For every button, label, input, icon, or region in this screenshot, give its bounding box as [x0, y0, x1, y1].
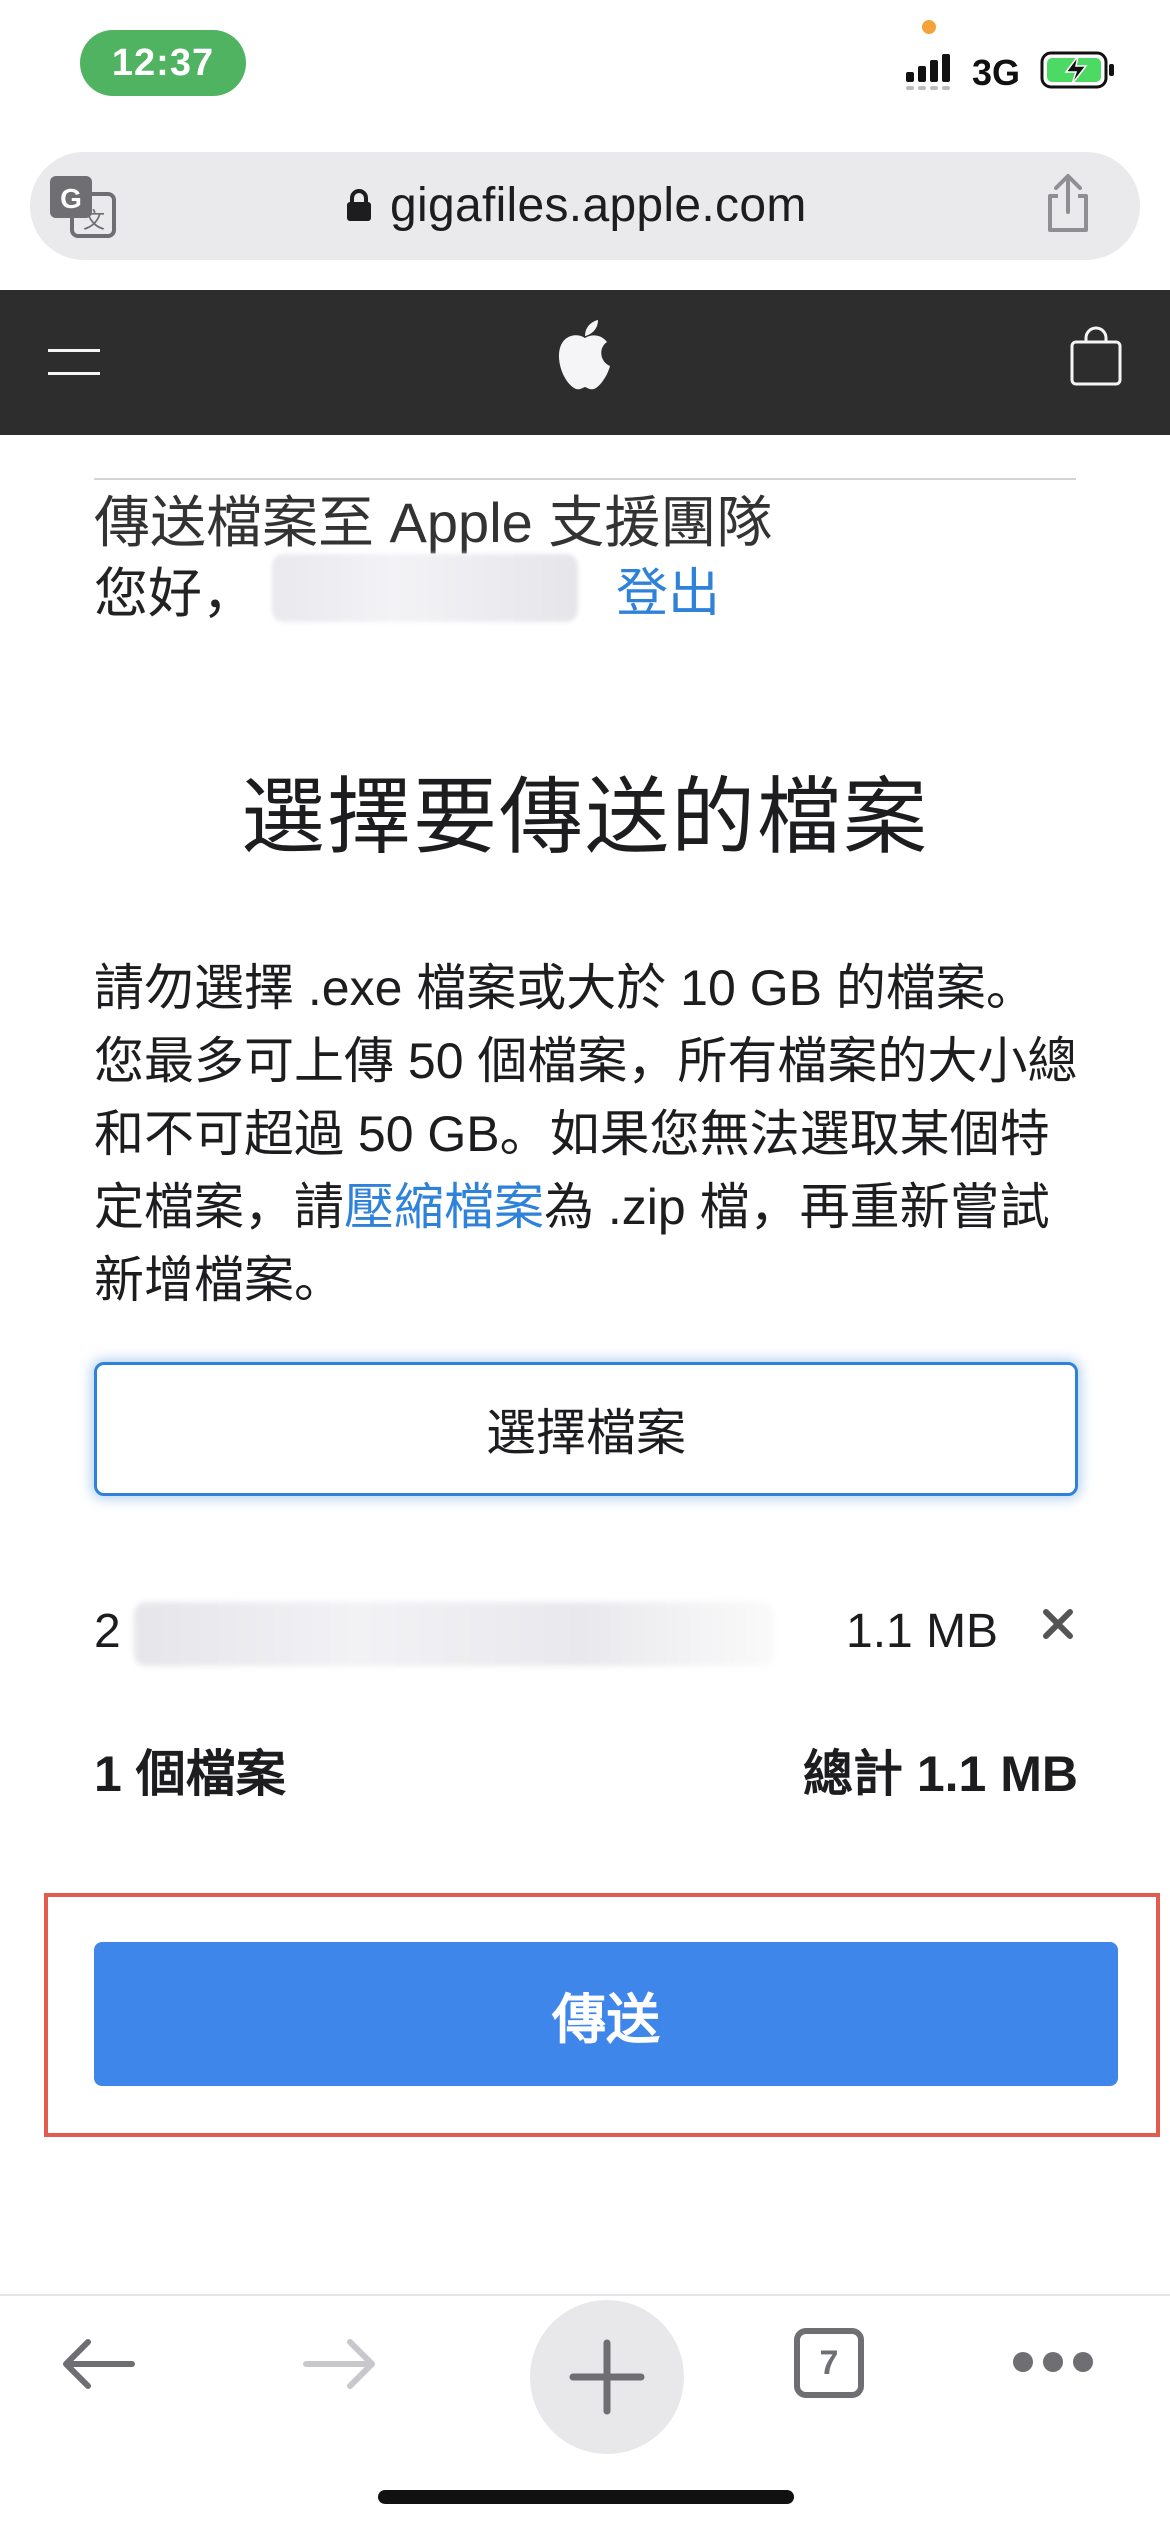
svg-text:文: 文	[83, 209, 105, 234]
file-name: 2	[94, 1605, 121, 1658]
network-type: 3G	[972, 52, 1021, 93]
file-count: 1 個檔案	[94, 1746, 286, 1802]
forward-arrow-icon	[303, 2339, 375, 2389]
share-icon[interactable]	[1044, 172, 1092, 234]
tab-switcher-button[interactable]: 7	[794, 2328, 864, 2398]
apple-logo-icon[interactable]	[554, 318, 616, 392]
new-tab-button[interactable]	[530, 2300, 684, 2454]
lock-icon	[347, 189, 371, 221]
battery-charging-icon	[1040, 51, 1114, 89]
sign-out-link[interactable]: 登出	[616, 551, 720, 626]
greeting-row: 您好， 登出	[94, 551, 720, 626]
greeting-text: 您好，	[94, 563, 256, 624]
svg-text:G: G	[60, 183, 82, 214]
shopping-bag-icon[interactable]	[1068, 326, 1124, 388]
translate-icon[interactable]: G 文	[48, 174, 118, 240]
menu-icon[interactable]	[48, 345, 100, 379]
upload-instructions: 請勿選擇 .exe 檔案或大於 10 GB 的檔案。您最多可上傳 50 個檔案，…	[94, 952, 1084, 1317]
status-time: 12:37	[80, 30, 246, 96]
more-icon[interactable]	[1012, 2350, 1094, 2374]
page-header: 傳送檔案至 Apple 支援團隊	[94, 491, 773, 554]
privacy-indicator-dot	[922, 20, 936, 34]
home-indicator	[378, 2490, 794, 2504]
url-text[interactable]: gigafiles.apple.com	[390, 178, 807, 233]
section-title: 選擇要傳送的檔案	[240, 770, 929, 864]
cellular-signal-icon	[906, 54, 950, 90]
total-size: 總計 1.1 MB	[802, 1746, 1078, 1802]
plus-icon	[569, 2339, 645, 2415]
remove-file-icon[interactable]	[1038, 1604, 1078, 1644]
compress-files-link[interactable]: 壓縮檔案	[344, 1179, 544, 1235]
file-list-item: 2 1.1 MB	[94, 1598, 1078, 1674]
toolbar-divider	[0, 2294, 1170, 2296]
back-arrow-icon[interactable]	[58, 2334, 138, 2394]
user-name-redacted	[272, 554, 578, 622]
file-size: 1.1 MB	[846, 1605, 999, 1658]
send-button[interactable]: 傳送	[94, 1942, 1118, 2086]
choose-files-button[interactable]: 選擇檔案	[94, 1362, 1078, 1496]
file-name-redacted	[134, 1602, 774, 1666]
